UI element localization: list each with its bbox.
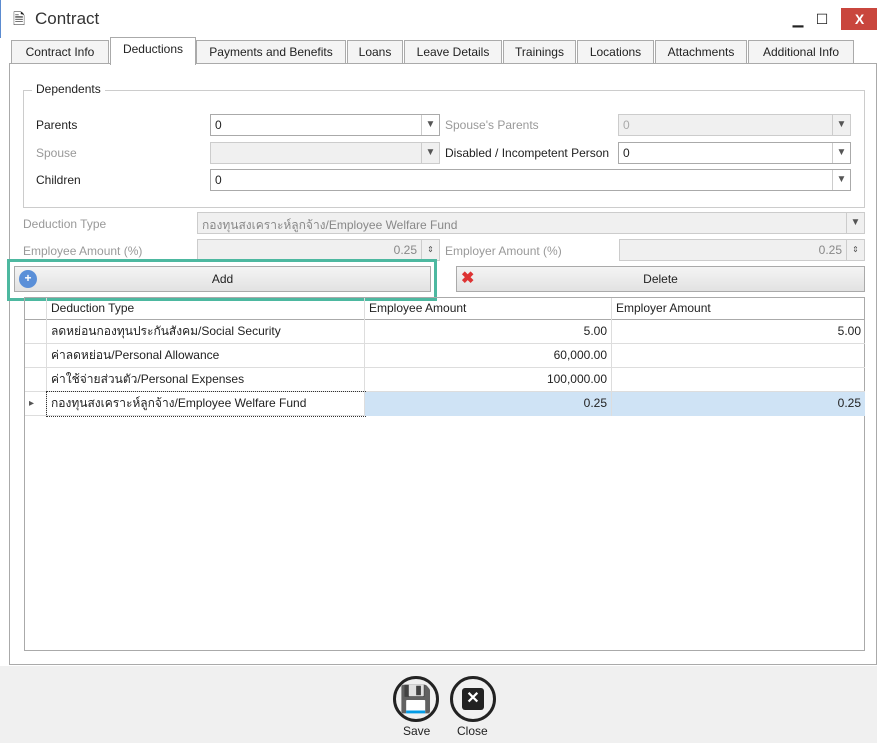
tab-leave-details[interactable]: Leave Details [404,40,502,64]
plus-circle-icon: + [19,270,37,288]
dependents-legend: Dependents [32,82,105,96]
tab-additional-info[interactable]: Additional Info [748,40,854,64]
row-indicator [25,368,47,392]
spouse-parents-combo[interactable]: 0 ▼ [618,114,851,136]
children-combo[interactable]: 0 ▼ [210,169,851,191]
disabled-label: Disabled / Incompetent Person [445,146,610,160]
tab-payments-and-benefits[interactable]: Payments and Benefits [196,40,346,64]
column-header[interactable]: Employee Amount [365,298,612,322]
tab-locations[interactable]: Locations [577,40,654,64]
employee-amount-label: Employee Amount (%) [23,244,143,258]
spinner-arrows-icon[interactable]: ⇕ [421,240,439,260]
employer-amount-label: Employer Amount (%) [445,244,562,258]
row-indicator [25,320,47,344]
table-cell[interactable]: 5.00 [365,320,612,344]
delete-x-icon: ✖ [461,270,475,287]
table-cell[interactable] [612,344,865,368]
children-label: Children [36,173,81,187]
spouse-parents-label: Spouse's Parents [445,118,539,132]
table-row[interactable]: ▸ กองทุนสงเคราะห์ลูกจ้าง/Employee Welfare… [25,391,865,417]
table-cell[interactable]: 5.00 [612,320,865,344]
disabled-combo[interactable]: 0 ▼ [618,142,851,164]
table-row[interactable]: ค่าใช้จ่ายส่วนตัว/Personal Expenses 100,0… [25,368,865,392]
chevron-down-icon[interactable]: ▼ [832,143,850,163]
disabled-value: 0 [623,146,630,160]
spouse-label: Spouse [36,146,77,160]
chevron-down-icon[interactable]: ▼ [421,143,439,163]
table-cell[interactable]: 0.25 [365,392,612,416]
spouse-parents-value: 0 [623,118,630,132]
row-indicator [25,344,47,368]
deductions-grid: Deduction Type Employee Amount Employer … [24,297,865,651]
table-cell[interactable]: 0.25 [612,392,865,416]
employer-amount-spinner[interactable]: 0.25 ⇕ [619,239,865,261]
chevron-down-icon[interactable]: ▼ [846,213,864,233]
chevron-down-icon[interactable]: ▼ [832,115,850,135]
close-x-icon: ✕ [462,688,484,710]
title-bar: 🗎 Contract ▁ ☐ X [0,0,877,38]
row-indicator: ▸ [25,392,47,416]
grid-header: Deduction Type Employee Amount Employer … [25,298,865,322]
tab-deductions[interactable]: Deductions [110,37,196,65]
spinner-arrows-icon[interactable]: ⇕ [846,240,864,260]
tab-trainings[interactable]: Trainings [503,40,576,64]
spouse-combo[interactable]: ▼ [210,142,440,164]
delete-button[interactable]: ✖ Delete [456,266,865,292]
document-icon: 🗎 [13,11,26,28]
column-header[interactable]: Employer Amount [612,298,865,322]
tab-attachments[interactable]: Attachments [655,40,747,64]
table-cell[interactable]: ค่าใช้จ่ายส่วนตัว/Personal Expenses [47,368,365,392]
tab-contract-info[interactable]: Contract Info [11,40,109,64]
footer-bar [0,666,877,743]
parents-value: 0 [215,118,222,132]
close-button[interactable]: ✕ [450,676,496,722]
table-cell[interactable]: กองทุนสงเคราะห์ลูกจ้าง/Employee Welfare … [46,391,366,417]
save-label: Save [403,724,431,738]
deduction-type-label: Deduction Type [23,217,107,231]
table-cell[interactable] [612,368,865,392]
save-button[interactable]: 💾 [393,676,439,722]
table-cell[interactable]: 60,000.00 [365,344,612,368]
delete-label: Delete [643,272,678,286]
close-label: Close [457,724,488,738]
add-label: Add [211,272,234,286]
maximize-button[interactable]: ☐ [807,8,837,30]
deduction-type-combo[interactable]: กองทุนสงเคราะห์ลูกจ้าง/Employee Welfare … [197,212,865,234]
chevron-down-icon[interactable]: ▼ [832,170,850,190]
table-cell[interactable]: ค่าลดหย่อน/Personal Allowance [47,344,365,368]
row-indicator-header [25,298,47,320]
employee-amount-value: 0.25 [393,243,417,257]
parents-combo[interactable]: 0 ▼ [210,114,440,136]
table-row[interactable]: ลดหย่อนกองทุนประกันสังคม/Social Security… [25,320,865,344]
table-cell[interactable]: 100,000.00 [365,368,612,392]
add-button[interactable]: + Add [14,266,431,292]
table-cell[interactable]: ลดหย่อนกองทุนประกันสังคม/Social Security [47,320,365,344]
tab-loans[interactable]: Loans [347,40,403,64]
deduction-type-value: กองทุนสงเคราะห์ลูกจ้าง/Employee Welfare … [202,218,458,232]
column-header[interactable]: Deduction Type [47,298,365,322]
parents-label: Parents [36,118,78,132]
close-window-button[interactable]: X [841,8,877,30]
window-title: Contract [35,9,100,28]
children-value: 0 [215,173,222,187]
floppy-disk-icon: 💾 [399,684,433,714]
employee-amount-spinner[interactable]: 0.25 ⇕ [197,239,440,261]
table-row[interactable]: ค่าลดหย่อน/Personal Allowance 60,000.00 [25,344,865,368]
chevron-down-icon[interactable]: ▼ [421,115,439,135]
employer-amount-value: 0.25 [818,243,842,257]
